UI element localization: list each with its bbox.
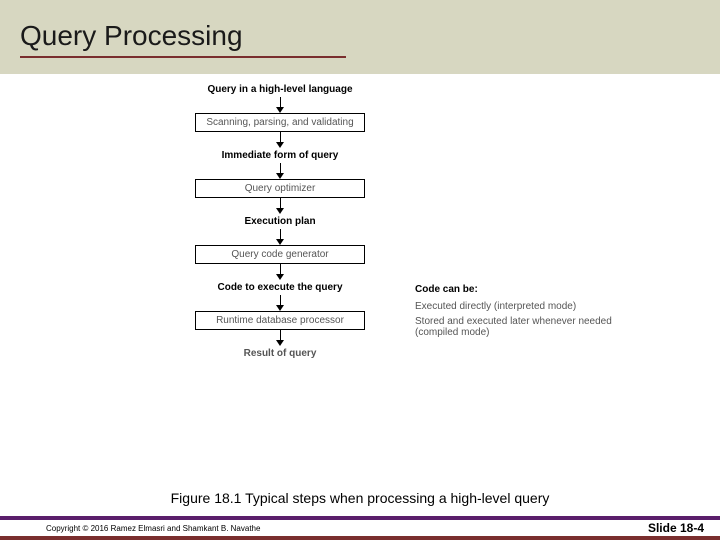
flow-label-result: Result of query	[244, 348, 317, 359]
flow-label-code: Code to execute the query	[217, 282, 342, 293]
side-note-line: Executed directly (interpreted mode)	[415, 301, 655, 312]
arrow-icon	[276, 295, 284, 311]
title-underline	[20, 56, 346, 58]
slide-title: Query Processing	[20, 20, 720, 52]
arrow-icon	[276, 264, 284, 280]
slide-number: Slide 18-4	[648, 521, 704, 535]
arrow-icon	[276, 132, 284, 148]
content-area: Query in a high-level language Scanning,…	[0, 74, 720, 474]
copyright-text: Copyright © 2016 Ramez Elmasri and Shamk…	[46, 524, 260, 533]
arrow-icon	[276, 97, 284, 113]
arrow-icon	[276, 330, 284, 346]
flow-box-optimizer: Query optimizer	[195, 179, 365, 198]
side-note-head: Code can be:	[415, 284, 655, 295]
flowchart: Query in a high-level language Scanning,…	[150, 82, 410, 361]
flow-label-plan: Execution plan	[244, 216, 315, 227]
side-note-line: Stored and executed later whenever neede…	[415, 316, 655, 338]
header-band: Query Processing	[0, 0, 720, 74]
arrow-icon	[276, 163, 284, 179]
figure-caption: Figure 18.1 Typical steps when processin…	[0, 490, 720, 506]
flow-label-intermediate: Immediate form of query	[222, 150, 339, 161]
flow-box-scan: Scanning, parsing, and validating	[195, 113, 365, 132]
arrow-icon	[276, 198, 284, 214]
arrow-icon	[276, 229, 284, 245]
side-note: Code can be: Executed directly (interpre…	[415, 284, 655, 342]
footer-bar: Copyright © 2016 Ramez Elmasri and Shamk…	[0, 516, 720, 540]
slide: Query Processing Query in a high-level l…	[0, 0, 720, 540]
flow-box-codegen: Query code generator	[195, 245, 365, 264]
flow-label-input: Query in a high-level language	[207, 84, 352, 95]
flow-box-runtime: Runtime database processor	[195, 311, 365, 330]
